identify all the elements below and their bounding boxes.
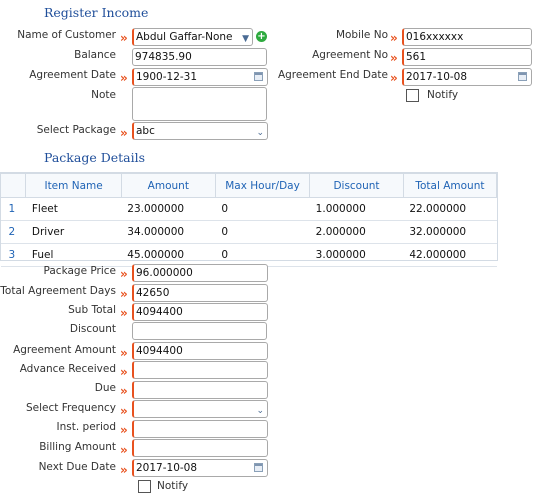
customer-select[interactable]: Abdul Gaffar-None ▼ (132, 28, 253, 46)
agreement-date-input[interactable]: 1900-12-31 (132, 68, 268, 86)
required-marker-icon: » (120, 71, 128, 85)
required-marker-icon: » (120, 267, 128, 281)
cell-amount: 23.000000 (121, 197, 216, 221)
agreement-no-input[interactable]: 561 (402, 48, 532, 66)
required-marker-icon: » (120, 31, 128, 45)
next-due-date-label: Next Due Date (38, 461, 116, 473)
notify-checkbox-bottom[interactable] (138, 480, 151, 493)
advance-received-input[interactable] (132, 361, 268, 379)
table-row[interactable]: 1 Fleet 23.000000 0 1.000000 22.000000 (0, 197, 497, 221)
cell-total: 22.000000 (403, 197, 497, 221)
agreement-amount-label: Agreement Amount (13, 344, 116, 356)
package-price-input[interactable]: 96.000000 (132, 264, 268, 282)
discount-label: Discount (69, 323, 116, 335)
next-due-date-value: 2017-10-08 (136, 462, 198, 474)
calendar-icon[interactable] (254, 72, 263, 81)
agreement-end-date-input[interactable]: 2017-10-08 (402, 68, 532, 86)
calendar-icon[interactable] (254, 463, 263, 472)
required-marker-icon: » (390, 71, 398, 85)
cell-item: Fleet (25, 197, 122, 221)
package-details-table: Item Name Amount Max Hour/Day Discount T… (0, 173, 498, 267)
required-marker-icon: » (120, 463, 128, 477)
required-marker-icon: » (390, 51, 398, 65)
required-marker-icon: » (120, 287, 128, 301)
agreement-amount-input[interactable]: 4094400 (132, 342, 268, 360)
agreement-no-label: Agreement No (312, 49, 388, 61)
table-header[interactable]: Max Hour/Day (214, 173, 311, 198)
sub-total-input[interactable]: 4094400 (132, 303, 268, 321)
customer-select-value: Abdul Gaffar-None (136, 31, 233, 43)
cell-discount: 1.000000 (309, 197, 404, 221)
inst-period-input[interactable] (132, 420, 268, 438)
cell-max: 0 (215, 197, 310, 221)
required-marker-icon: » (390, 31, 398, 45)
note-label: Note (91, 89, 116, 101)
agreement-date-label: Agreement Date (29, 69, 116, 81)
cell-discount: 2.000000 (309, 220, 404, 244)
inst-period-label: Inst. period (56, 421, 116, 433)
agreement-end-date-label: Agreement End Date (277, 69, 388, 81)
add-customer-icon[interactable]: + (256, 31, 267, 42)
cell-max: 0 (215, 220, 310, 244)
table-row[interactable]: 2 Driver 34.000000 0 2.000000 32.000000 (0, 220, 497, 244)
table-header[interactable]: Discount (309, 173, 404, 198)
customer-label: Name of Customer (17, 29, 116, 41)
package-select[interactable]: abc ⌄ (132, 122, 268, 140)
cell-total: 32.000000 (403, 220, 497, 244)
balance-label: Balance (74, 49, 116, 61)
frequency-label: Select Frequency (26, 402, 116, 414)
package-select-value: abc (136, 125, 155, 137)
required-marker-icon: » (120, 306, 128, 320)
agreement-date-value: 1900-12-31 (136, 71, 198, 83)
cell-discount: 3.000000 (309, 243, 404, 267)
required-marker-icon: » (120, 423, 128, 437)
chevron-down-icon: ⌄ (256, 128, 264, 138)
sub-total-label: Sub Total (68, 304, 116, 316)
note-textarea[interactable] (132, 87, 267, 121)
total-agreement-days-label: Total Agreement Days (0, 285, 116, 297)
cell-item: Driver (25, 220, 122, 244)
total-agreement-days-input[interactable]: 42650 (132, 284, 268, 302)
advance-received-label: Advance Received (19, 363, 116, 375)
billing-amount-input[interactable] (132, 439, 268, 457)
table-header[interactable]: Amount (120, 173, 216, 198)
required-marker-icon: » (120, 384, 128, 398)
required-marker-icon: » (120, 404, 128, 418)
package-details-title: Package Details (44, 150, 146, 165)
required-marker-icon: » (120, 365, 128, 379)
chevron-down-icon: ▼ (242, 34, 249, 44)
table-header-row: Item Name Amount Max Hour/Day Discount T… (0, 173, 498, 198)
calendar-icon[interactable] (518, 72, 527, 81)
register-income-title: Register Income (44, 5, 149, 20)
table-header-index (0, 173, 27, 198)
required-marker-icon: » (120, 443, 128, 457)
due-input[interactable] (132, 381, 268, 399)
discount-input[interactable] (132, 322, 267, 340)
mobile-label: Mobile No (335, 29, 388, 41)
row-number: 1 (0, 197, 26, 221)
notify-label-bottom: Notify (157, 480, 189, 492)
table-header[interactable]: Total Amount (402, 173, 498, 198)
due-label: Due (94, 382, 116, 394)
table-header[interactable]: Item Name (25, 173, 122, 198)
row-number: 3 (0, 243, 26, 267)
billing-amount-label: Billing Amount (39, 441, 116, 453)
next-due-date-input[interactable]: 2017-10-08 (132, 459, 268, 477)
package-label: Select Package (36, 124, 116, 136)
row-number: 2 (0, 220, 26, 244)
cell-total: 42.000000 (403, 243, 497, 267)
notify-label-top: Notify (427, 89, 459, 101)
required-marker-icon: » (120, 346, 128, 360)
cell-item: Fuel (25, 243, 122, 267)
mobile-input[interactable]: 016xxxxxx (402, 28, 532, 46)
agreement-end-date-value: 2017-10-08 (406, 71, 468, 83)
required-marker-icon: » (120, 126, 128, 140)
package-price-label: Package Price (43, 265, 116, 277)
notify-checkbox-top[interactable] (406, 89, 419, 102)
balance-input[interactable]: 974835.90 (132, 48, 267, 66)
cell-amount: 34.000000 (121, 220, 216, 244)
frequency-select[interactable]: ⌄ (132, 400, 268, 418)
chevron-down-icon: ⌄ (256, 406, 264, 416)
